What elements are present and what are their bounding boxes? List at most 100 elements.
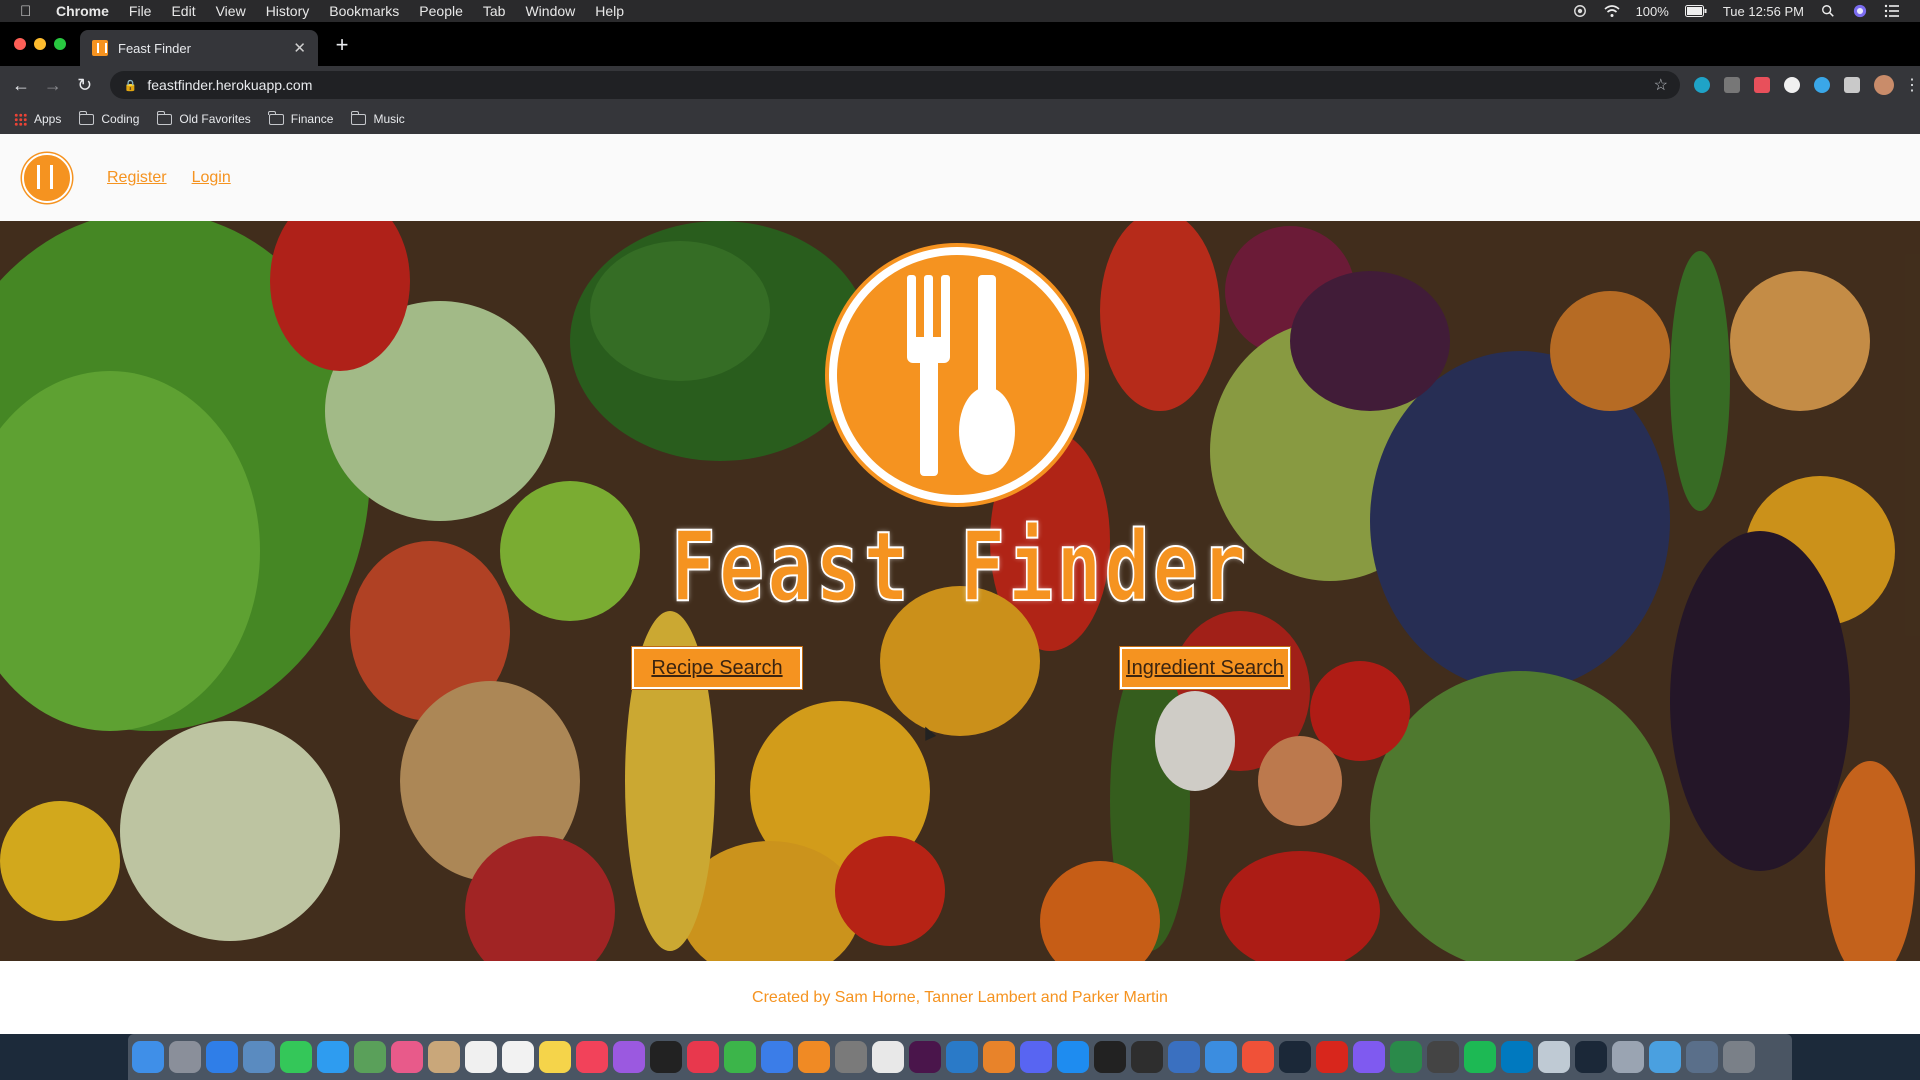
reload-icon[interactable]: ↻ [74, 75, 96, 96]
address-bar[interactable]: 🔒 feastfinder.herokuapp.com ☆ [109, 71, 1680, 99]
steam-2-icon[interactable] [1575, 1041, 1607, 1073]
window-zoom-button[interactable] [54, 38, 66, 50]
ingredient-search-button[interactable]: Ingredient Search [1120, 647, 1290, 689]
extension-red-arrow-icon[interactable] [1754, 77, 1770, 93]
trash-icon[interactable] [1723, 1041, 1755, 1073]
spotify-icon[interactable] [1464, 1041, 1496, 1073]
forward-arrow-icon[interactable]: → [42, 75, 64, 96]
terminal-icon[interactable] [1094, 1041, 1126, 1073]
login-link[interactable]: Login [192, 169, 231, 187]
extension-m-icon[interactable] [1694, 77, 1710, 93]
notes-icon[interactable] [539, 1041, 571, 1073]
battery-icon[interactable] [1684, 4, 1707, 18]
lock-icon[interactable]: 🔒 [124, 79, 138, 92]
imovie-icon[interactable] [1353, 1041, 1385, 1073]
menu-view[interactable]: View [216, 3, 246, 19]
page-viewport: Register Login Feast Finder Recipe Searc… [0, 134, 1920, 1034]
reminders-icon[interactable] [502, 1041, 534, 1073]
activity-monitor-icon[interactable] [1131, 1041, 1163, 1073]
menubar-clock[interactable]: Tue 12:56 PM [1723, 4, 1804, 19]
menu-help[interactable]: Help [595, 3, 624, 19]
menu-tab[interactable]: Tab [483, 3, 506, 19]
siri-icon[interactable] [1852, 4, 1868, 18]
slack-icon[interactable] [909, 1041, 941, 1073]
numbers-icon[interactable] [724, 1041, 756, 1073]
window-close-button[interactable] [14, 38, 26, 50]
safari-icon[interactable] [206, 1041, 238, 1073]
preview-icon[interactable] [243, 1041, 275, 1073]
drive-icon[interactable] [1427, 1041, 1459, 1073]
back-arrow-icon[interactable]: ← [10, 75, 32, 96]
apple-icon[interactable]:  [20, 3, 38, 20]
messages-icon[interactable] [317, 1041, 349, 1073]
footer-credits: Created by Sam Horne, Tanner Lambert and… [752, 988, 1168, 1006]
tv-icon[interactable] [650, 1041, 682, 1073]
steam-icon[interactable] [1279, 1041, 1311, 1073]
recipe-search-button[interactable]: Recipe Search [632, 647, 802, 689]
bookmark-finance[interactable]: Finance [268, 110, 333, 126]
menu-window[interactable]: Window [525, 3, 575, 19]
maps-icon[interactable] [354, 1041, 386, 1073]
chrome-icon[interactable] [872, 1041, 904, 1073]
swift-icon[interactable] [1242, 1041, 1274, 1073]
vscode-icon[interactable] [946, 1041, 978, 1073]
trello-icon[interactable] [1501, 1041, 1533, 1073]
browser-tab-feast-finder[interactable]: Feast Finder ✕ [80, 30, 318, 66]
bookmark-coding[interactable]: Coding [78, 110, 139, 126]
register-link[interactable]: Register [107, 169, 167, 187]
network-icon[interactable] [1168, 1041, 1200, 1073]
profile-avatar[interactable] [1874, 75, 1894, 95]
keynote-icon[interactable] [761, 1041, 793, 1073]
discord-icon[interactable] [1020, 1041, 1052, 1073]
bookmark-old-favorites[interactable]: Old Favorites [156, 110, 251, 126]
calendar-icon[interactable] [465, 1041, 497, 1073]
extension-help-icon[interactable] [1724, 77, 1740, 93]
extensions-puzzle-icon[interactable] [1844, 77, 1860, 93]
photos-icon[interactable] [391, 1041, 423, 1073]
music-icon[interactable] [576, 1041, 608, 1073]
wifi-icon[interactable] [1604, 4, 1620, 18]
feast-finder-favicon-icon [92, 40, 108, 56]
downloads-icon[interactable] [1649, 1041, 1681, 1073]
menu-people[interactable]: People [419, 3, 463, 19]
menu-history[interactable]: History [266, 3, 310, 19]
bookmark-label: Old Favorites [179, 112, 251, 126]
system-preferences-icon[interactable] [835, 1041, 867, 1073]
news-icon[interactable] [687, 1041, 719, 1073]
quicktime-icon[interactable] [1538, 1041, 1570, 1073]
menu-edit[interactable]: Edit [171, 3, 195, 19]
folder-icon [156, 110, 173, 125]
battery-percent: 100% [1635, 3, 1669, 19]
menu-bookmarks[interactable]: Bookmarks [329, 3, 399, 19]
tab-close-icon[interactable]: ✕ [293, 39, 306, 57]
sync-status-icon[interactable] [1572, 4, 1588, 18]
pages-icon[interactable] [798, 1041, 830, 1073]
site-logo-icon[interactable] [22, 152, 72, 203]
contacts-icon[interactable] [428, 1041, 460, 1073]
launchpad-icon[interactable] [169, 1041, 201, 1073]
bookmark-apps[interactable]: Apps [14, 112, 61, 126]
bookmark-star-icon[interactable]: ☆ [1654, 75, 1668, 95]
sourcetree-icon[interactable] [1390, 1041, 1422, 1073]
extension-white-circle-icon[interactable] [1784, 77, 1800, 93]
podcasts-icon[interactable] [613, 1041, 645, 1073]
finder-icon[interactable] [132, 1041, 164, 1073]
url-text[interactable]: feastfinder.herokuapp.com [147, 77, 312, 93]
menu-file[interactable]: File [129, 3, 152, 19]
acrobat-icon[interactable] [1316, 1041, 1348, 1073]
new-tab-plus-icon[interactable]: + [330, 32, 354, 58]
app-store-icon[interactable] [1057, 1041, 1089, 1073]
books-icon[interactable] [983, 1041, 1015, 1073]
menu-app-name[interactable]: Chrome [56, 3, 109, 19]
spotlight-search-icon[interactable] [1820, 4, 1836, 18]
screenshot-icon[interactable] [1612, 1041, 1644, 1073]
facetime-icon[interactable] [280, 1041, 312, 1073]
xcode-icon[interactable] [1205, 1041, 1237, 1073]
bookmark-music[interactable]: Music [350, 110, 405, 126]
chrome-menu-icon[interactable]: ⋮ [1904, 75, 1920, 95]
bookmark-label: Apps [34, 112, 62, 126]
notification-center-icon[interactable] [1884, 4, 1900, 18]
folder-icon[interactable] [1686, 1041, 1718, 1073]
window-minimize-button[interactable] [34, 38, 46, 50]
extension-react-icon[interactable] [1814, 77, 1830, 93]
